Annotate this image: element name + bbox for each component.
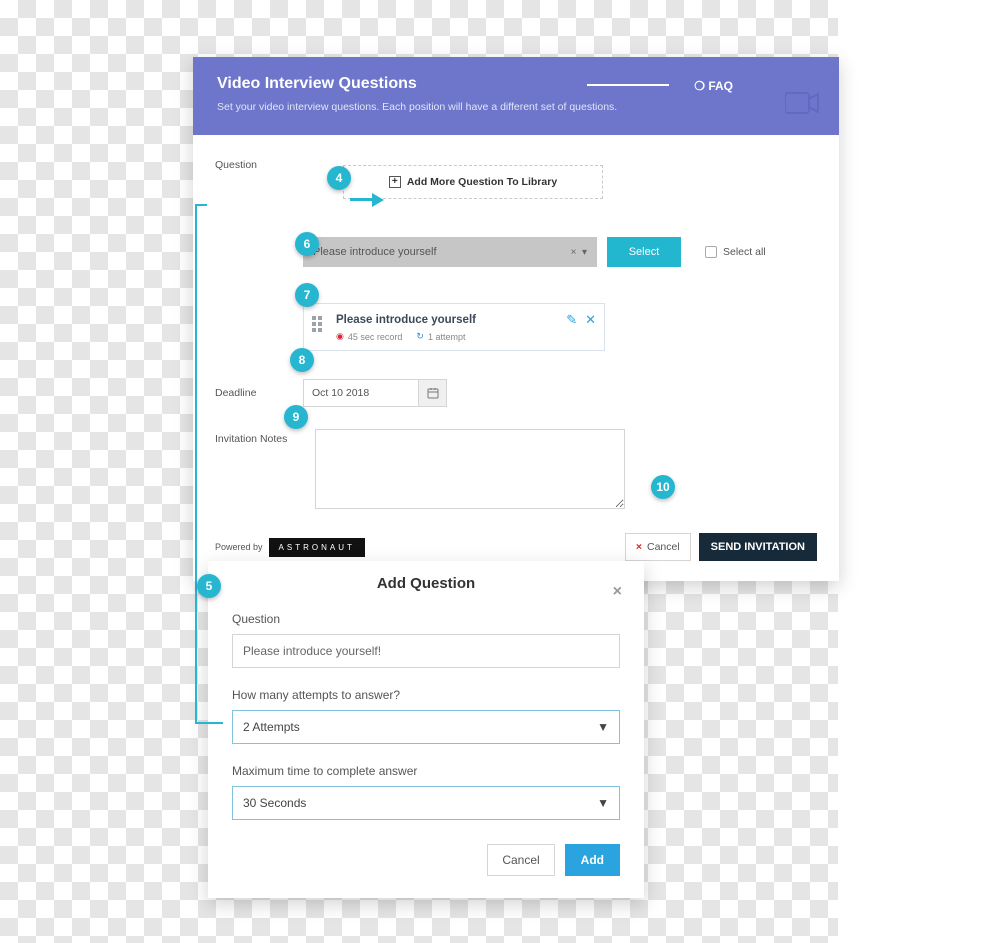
faq-link[interactable]: ❍ FAQ <box>694 79 733 93</box>
select-button[interactable]: Select <box>607 237 681 267</box>
help-icon: ❍ <box>694 79 708 93</box>
question-card-title: Please introduce yourself <box>336 314 476 326</box>
arrow-line <box>350 198 372 201</box>
cancel-button[interactable]: ×Cancel <box>625 533 691 561</box>
drag-handle-icon[interactable] <box>312 316 326 330</box>
brand-badge: ASTRONAUT <box>269 538 365 557</box>
modal-attempts-label: How many attempts to answer? <box>232 688 620 702</box>
deadline-row: Deadline <box>215 379 817 407</box>
panel-footer: Powered by ASTRONAUT ×Cancel SEND INVITA… <box>215 533 817 561</box>
callout-6: 6 <box>295 232 319 256</box>
callout-10: 10 <box>651 475 675 499</box>
modal-question-label: Question <box>232 612 620 626</box>
callout-9: 9 <box>284 405 308 429</box>
connector-line <box>195 204 197 724</box>
record-icon: ◉ <box>336 331 344 342</box>
chevron-down-icon: ▼ <box>597 720 609 734</box>
modal-close-icon[interactable]: × <box>613 583 622 601</box>
add-question-modal: Add Question × Question How many attempt… <box>208 561 644 898</box>
attempt-icon: ↻ <box>416 331 424 342</box>
edit-icon[interactable]: ✎ <box>566 312 577 328</box>
divider-line <box>587 84 669 86</box>
modal-time-select[interactable]: 30 Seconds ▼ <box>232 786 620 820</box>
modal-time-label: Maximum time to complete answer <box>232 764 620 778</box>
close-icon: × <box>636 541 642 553</box>
modal-title: Add Question <box>232 575 620 592</box>
right-white-band <box>838 0 1000 943</box>
invitation-notes-row: Invitation Notes <box>215 429 817 509</box>
connector-line <box>195 204 207 206</box>
modal-question-input[interactable] <box>232 634 620 668</box>
powered-by: Powered by ASTRONAUT <box>215 538 365 557</box>
select-all-checkbox[interactable]: Select all <box>705 246 766 258</box>
calendar-icon[interactable] <box>419 379 447 407</box>
video-interview-panel: Video Interview Questions Set your video… <box>193 57 839 581</box>
connector-line <box>195 722 223 724</box>
modal-attempts-select[interactable]: 2 Attempts ▼ <box>232 710 620 744</box>
send-invitation-button[interactable]: SEND INVITATION <box>699 533 817 561</box>
deadline-label: Deadline <box>215 387 295 399</box>
callout-7: 7 <box>295 283 319 307</box>
panel-subtitle: Set your video interview questions. Each… <box>217 101 815 113</box>
question-card: Please introduce yourself ◉45 sec record… <box>303 303 605 351</box>
callout-4: 4 <box>327 166 351 190</box>
modal-add-button[interactable]: Add <box>565 844 620 876</box>
callout-8: 8 <box>290 348 314 372</box>
close-icon[interactable]: ✕ <box>585 312 596 328</box>
plus-icon: + <box>389 176 401 188</box>
question-selector-row: Please introduce yourself × ▾ Select Sel… <box>303 237 817 267</box>
dropdown-controls: × ▾ <box>571 247 587 258</box>
question-card-tools: ✎ ✕ <box>566 312 596 328</box>
callout-5: 5 <box>197 574 221 598</box>
question-label: Question <box>215 159 257 171</box>
panel-header: Video Interview Questions Set your video… <box>193 57 839 135</box>
select-all-input[interactable] <box>705 246 717 258</box>
invitation-notes-label: Invitation Notes <box>215 429 315 509</box>
modal-cancel-button[interactable]: Cancel <box>487 844 554 876</box>
add-question-label: Add More Question To Library <box>407 176 557 188</box>
invitation-notes-input[interactable] <box>315 429 625 509</box>
camera-icon <box>785 91 819 120</box>
arrow-head-icon <box>372 193 384 207</box>
question-card-meta: ◉45 sec record ↻1 attempt <box>336 331 476 342</box>
question-dropdown[interactable]: Please introduce yourself × ▾ <box>303 237 597 267</box>
deadline-input[interactable] <box>303 379 419 407</box>
chevron-down-icon: ▼ <box>597 796 609 810</box>
